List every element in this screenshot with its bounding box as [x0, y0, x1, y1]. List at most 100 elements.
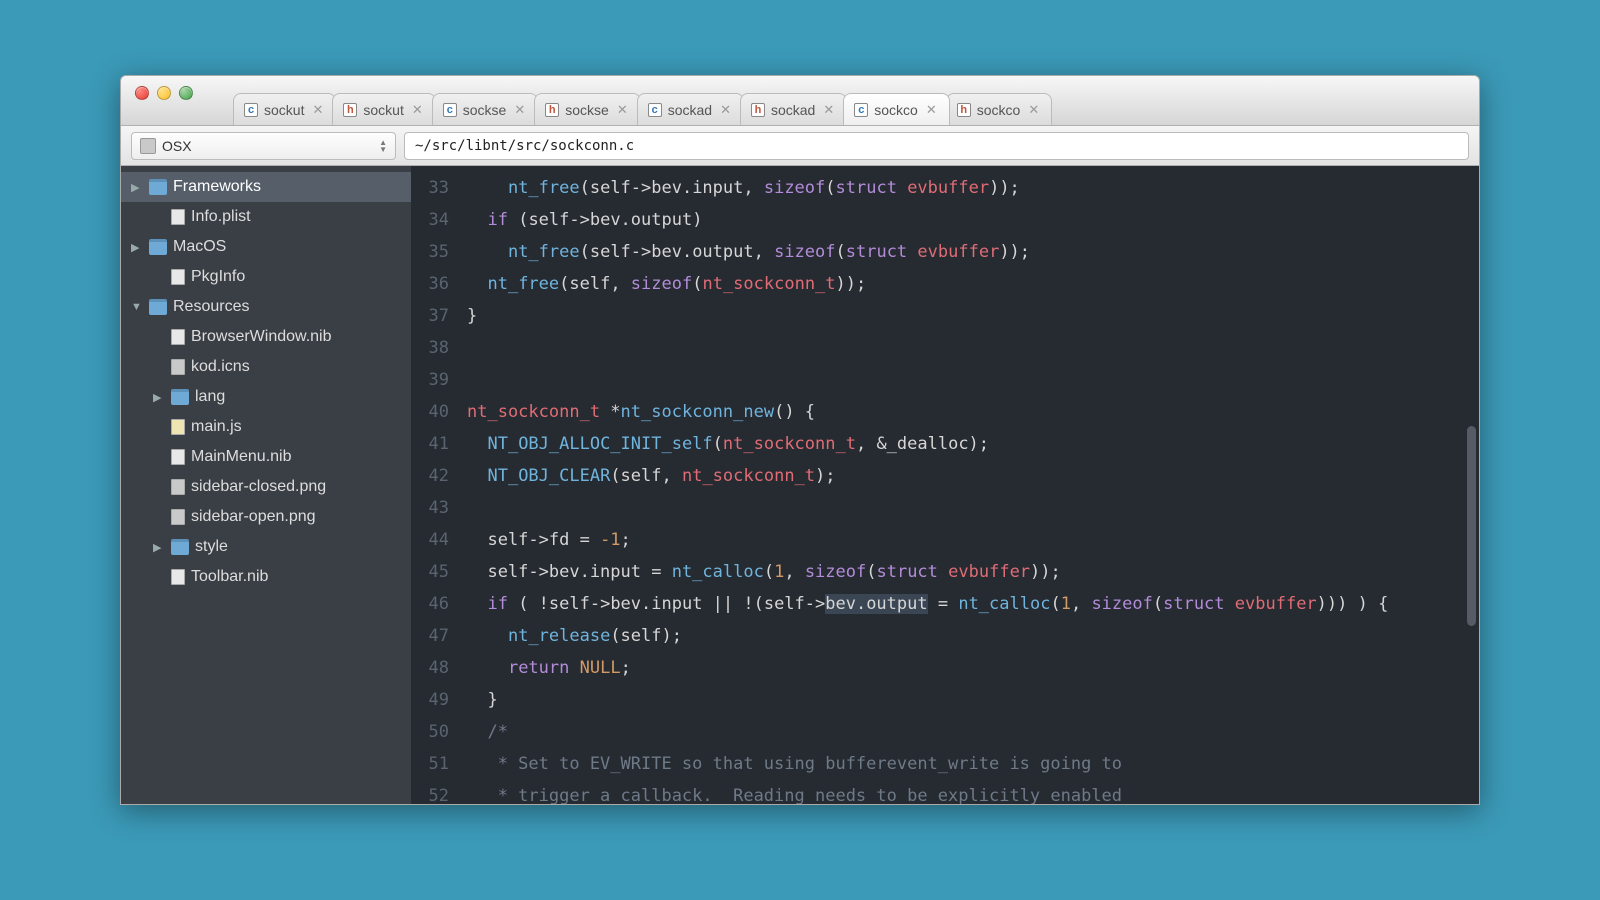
- code-line[interactable]: [467, 364, 1479, 396]
- sidebar-item-sidebar-closed-png[interactable]: sidebar-closed.png: [121, 472, 411, 502]
- disclosure-icon[interactable]: ▶: [131, 181, 143, 194]
- close-tab-icon[interactable]: ✕: [412, 102, 423, 118]
- sidebar-item-label: kod.icns: [191, 358, 250, 376]
- line-number: 42: [411, 460, 449, 492]
- disclosure-icon[interactable]: ▶: [131, 241, 143, 254]
- sidebar-item-label: Info.plist: [191, 208, 251, 226]
- file-icon: [171, 479, 185, 495]
- code-line[interactable]: }: [467, 300, 1479, 332]
- tab-sockco-h[interactable]: hsockco✕: [946, 93, 1052, 125]
- sidebar-item-frameworks[interactable]: ▶ Frameworks: [121, 172, 411, 202]
- file-icon: [171, 569, 185, 585]
- stepper-icon[interactable]: ▲▼: [379, 139, 387, 153]
- line-number: 43: [411, 492, 449, 524]
- sidebar-item-label: BrowserWindow.nib: [191, 328, 332, 346]
- file-sidebar[interactable]: ▶ Frameworks Info.plist ▶MacOS PkgInfo ▼ Resou…: [121, 166, 411, 804]
- code-line[interactable]: self->fd = -1;: [467, 524, 1479, 556]
- tab-sockad-h[interactable]: hsockad✕: [740, 93, 847, 125]
- disclosure-icon[interactable]: ▶: [153, 541, 165, 554]
- sidebar-item-label: Frameworks: [173, 178, 261, 196]
- titlebar: csockut✕hsockut✕csockse✕hsockse✕csockad✕…: [121, 76, 1479, 126]
- line-gutter: 3334353637383940414243444546474849505152: [411, 166, 459, 804]
- code-line[interactable]: return NULL;: [467, 652, 1479, 684]
- line-number: 37: [411, 300, 449, 332]
- code-editor[interactable]: 3334353637383940414243444546474849505152…: [411, 166, 1479, 804]
- tab-sockco-c[interactable]: csockco✕: [843, 93, 949, 125]
- sidebar-item-label: MainMenu.nib: [191, 448, 292, 466]
- code-line[interactable]: }: [467, 684, 1479, 716]
- file-h-icon: h: [343, 103, 357, 117]
- line-number: 52: [411, 780, 449, 804]
- sidebar-item-pkginfo[interactable]: PkgInfo: [121, 262, 411, 292]
- tab-label: sockut: [363, 102, 403, 118]
- line-number: 40: [411, 396, 449, 428]
- body: ▶ Frameworks Info.plist ▶MacOS PkgInfo ▼ Resou…: [121, 166, 1479, 804]
- scrollbar-thumb[interactable]: [1467, 426, 1476, 626]
- file-icon: [171, 209, 185, 225]
- close-tab-icon[interactable]: ✕: [617, 102, 628, 118]
- close-window-icon[interactable]: [135, 86, 149, 100]
- sidebar-item-label: Resources: [173, 298, 249, 316]
- close-tab-icon[interactable]: ✕: [312, 102, 323, 118]
- tab-sockse-c[interactable]: csockse✕: [432, 93, 538, 125]
- line-number: 33: [411, 172, 449, 204]
- tab-label: sockse: [463, 102, 507, 118]
- tab-sockut-h[interactable]: hsockut ✕: [332, 93, 435, 125]
- sidebar-item-label: PkgInfo: [191, 268, 245, 286]
- folder-icon: [149, 299, 167, 315]
- code-line[interactable]: nt_free(self->bev.output, sizeof(struct …: [467, 236, 1479, 268]
- sidebar-item-label: sidebar-closed.png: [191, 478, 326, 496]
- close-tab-icon[interactable]: ✕: [1028, 102, 1039, 118]
- line-number: 50: [411, 716, 449, 748]
- sidebar-item-toolbar-nib[interactable]: Toolbar.nib: [121, 562, 411, 592]
- file-icon: [171, 419, 185, 435]
- sidebar-item-lang[interactable]: ▶lang: [121, 382, 411, 412]
- tab-sockad-c[interactable]: csockad✕: [637, 93, 744, 125]
- sidebar-item-resources[interactable]: ▼ Resources: [121, 292, 411, 322]
- code-line[interactable]: if ( !self->bev.input || !(self->bev.out…: [467, 588, 1479, 620]
- line-number: 47: [411, 620, 449, 652]
- sidebar-item-style[interactable]: ▶style: [121, 532, 411, 562]
- code-line[interactable]: nt_free(self, sizeof(nt_sockconn_t));: [467, 268, 1479, 300]
- line-number: 39: [411, 364, 449, 396]
- tab-label: sockco: [874, 102, 918, 118]
- sidebar-item-kod-icns[interactable]: kod.icns: [121, 352, 411, 382]
- line-number: 44: [411, 524, 449, 556]
- close-tab-icon[interactable]: ✕: [514, 102, 525, 118]
- code-line[interactable]: NT_OBJ_ALLOC_INIT_self(nt_sockconn_t, &_…: [467, 428, 1479, 460]
- code-line[interactable]: nt_release(self);: [467, 620, 1479, 652]
- sidebar-item-info-plist[interactable]: Info.plist: [121, 202, 411, 232]
- sidebar-item-mainmenu-nib[interactable]: MainMenu.nib: [121, 442, 411, 472]
- code-line[interactable]: self->bev.input = nt_calloc(1, sizeof(st…: [467, 556, 1479, 588]
- sidebar-item-sidebar-open-png[interactable]: sidebar-open.png: [121, 502, 411, 532]
- code-line[interactable]: /*: [467, 716, 1479, 748]
- close-tab-icon[interactable]: ✕: [926, 102, 937, 118]
- tab-sockse-h[interactable]: hsockse✕: [534, 93, 640, 125]
- tab-sockut-c[interactable]: csockut✕: [233, 93, 336, 125]
- volume-selector[interactable]: OSX ▲▼: [131, 132, 396, 160]
- code-line[interactable]: [467, 332, 1479, 364]
- code-line[interactable]: * trigger a callback. Reading needs to b…: [467, 780, 1479, 804]
- code-line[interactable]: [467, 492, 1479, 524]
- sidebar-item-browserwindow-nib[interactable]: BrowserWindow.nib: [121, 322, 411, 352]
- line-number: 48: [411, 652, 449, 684]
- minimize-window-icon[interactable]: [157, 86, 171, 100]
- folder-icon: [171, 539, 189, 555]
- code-line[interactable]: nt_sockconn_t *nt_sockconn_new() {: [467, 396, 1479, 428]
- code-area[interactable]: nt_free(self->bev.input, sizeof(struct e…: [459, 166, 1479, 804]
- volume-label: OSX: [162, 138, 192, 154]
- code-line[interactable]: nt_free(self->bev.input, sizeof(struct e…: [467, 172, 1479, 204]
- zoom-window-icon[interactable]: [179, 86, 193, 100]
- code-line[interactable]: if (self->bev.output): [467, 204, 1479, 236]
- sidebar-item-main-js[interactable]: main.js: [121, 412, 411, 442]
- code-line[interactable]: * Set to EV_WRITE so that using bufferev…: [467, 748, 1479, 780]
- disclosure-icon[interactable]: ▶: [153, 391, 165, 404]
- folder-icon: [149, 179, 167, 195]
- code-line[interactable]: NT_OBJ_CLEAR(self, nt_sockconn_t);: [467, 460, 1479, 492]
- sidebar-item-macos[interactable]: ▶MacOS: [121, 232, 411, 262]
- file-icon: [171, 509, 185, 525]
- close-tab-icon[interactable]: ✕: [720, 102, 731, 118]
- disclosure-icon[interactable]: ▼: [131, 301, 143, 313]
- close-tab-icon[interactable]: ✕: [823, 102, 834, 118]
- path-field[interactable]: ~/src/libnt/src/sockconn.c: [404, 132, 1469, 160]
